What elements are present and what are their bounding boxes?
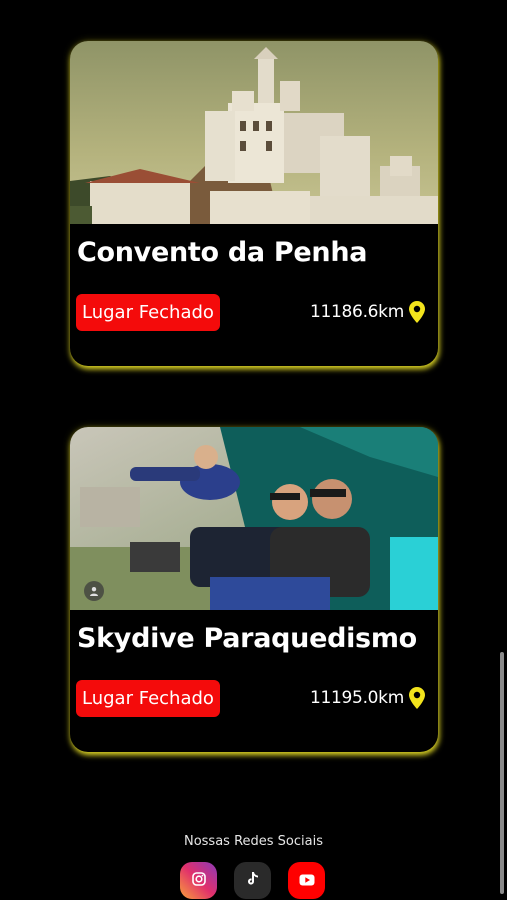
instagram-icon xyxy=(191,871,206,890)
social-section-title: Nossas Redes Sociais xyxy=(183,834,323,849)
distance-info: 11195.0km xyxy=(310,683,426,713)
place-card-convento[interactable]: Convento da Penha Lugar Fechado 11186.6k… xyxy=(70,41,438,366)
place-title: Skydive Paraquedismo xyxy=(77,623,417,654)
distance-value: 11186.6km xyxy=(309,302,404,322)
instagram-button[interactable] xyxy=(180,862,217,899)
tiktok-icon xyxy=(246,871,260,891)
place-photo xyxy=(70,41,438,224)
distance-info: 11186.6km xyxy=(310,297,426,327)
distance-value: 11195.0km xyxy=(309,688,404,708)
map-pin-icon xyxy=(408,686,426,710)
scrollbar[interactable] xyxy=(500,652,504,894)
place-card-skydive[interactable]: Skydive Paraquedismo Lugar Fechado 11195… xyxy=(70,427,438,752)
map-pin-icon xyxy=(408,300,426,324)
places-page: Convento da Penha Lugar Fechado 11186.6k… xyxy=(0,0,507,900)
status-badge: Lugar Fechado xyxy=(76,680,220,717)
status-badge: Lugar Fechado xyxy=(76,294,220,331)
social-links xyxy=(180,862,325,899)
tiktok-button[interactable] xyxy=(234,862,271,899)
place-title: Convento da Penha xyxy=(77,237,368,268)
place-photo xyxy=(70,427,438,610)
youtube-button[interactable] xyxy=(288,862,325,899)
user-avatar-icon xyxy=(84,581,104,601)
youtube-icon xyxy=(299,871,315,890)
